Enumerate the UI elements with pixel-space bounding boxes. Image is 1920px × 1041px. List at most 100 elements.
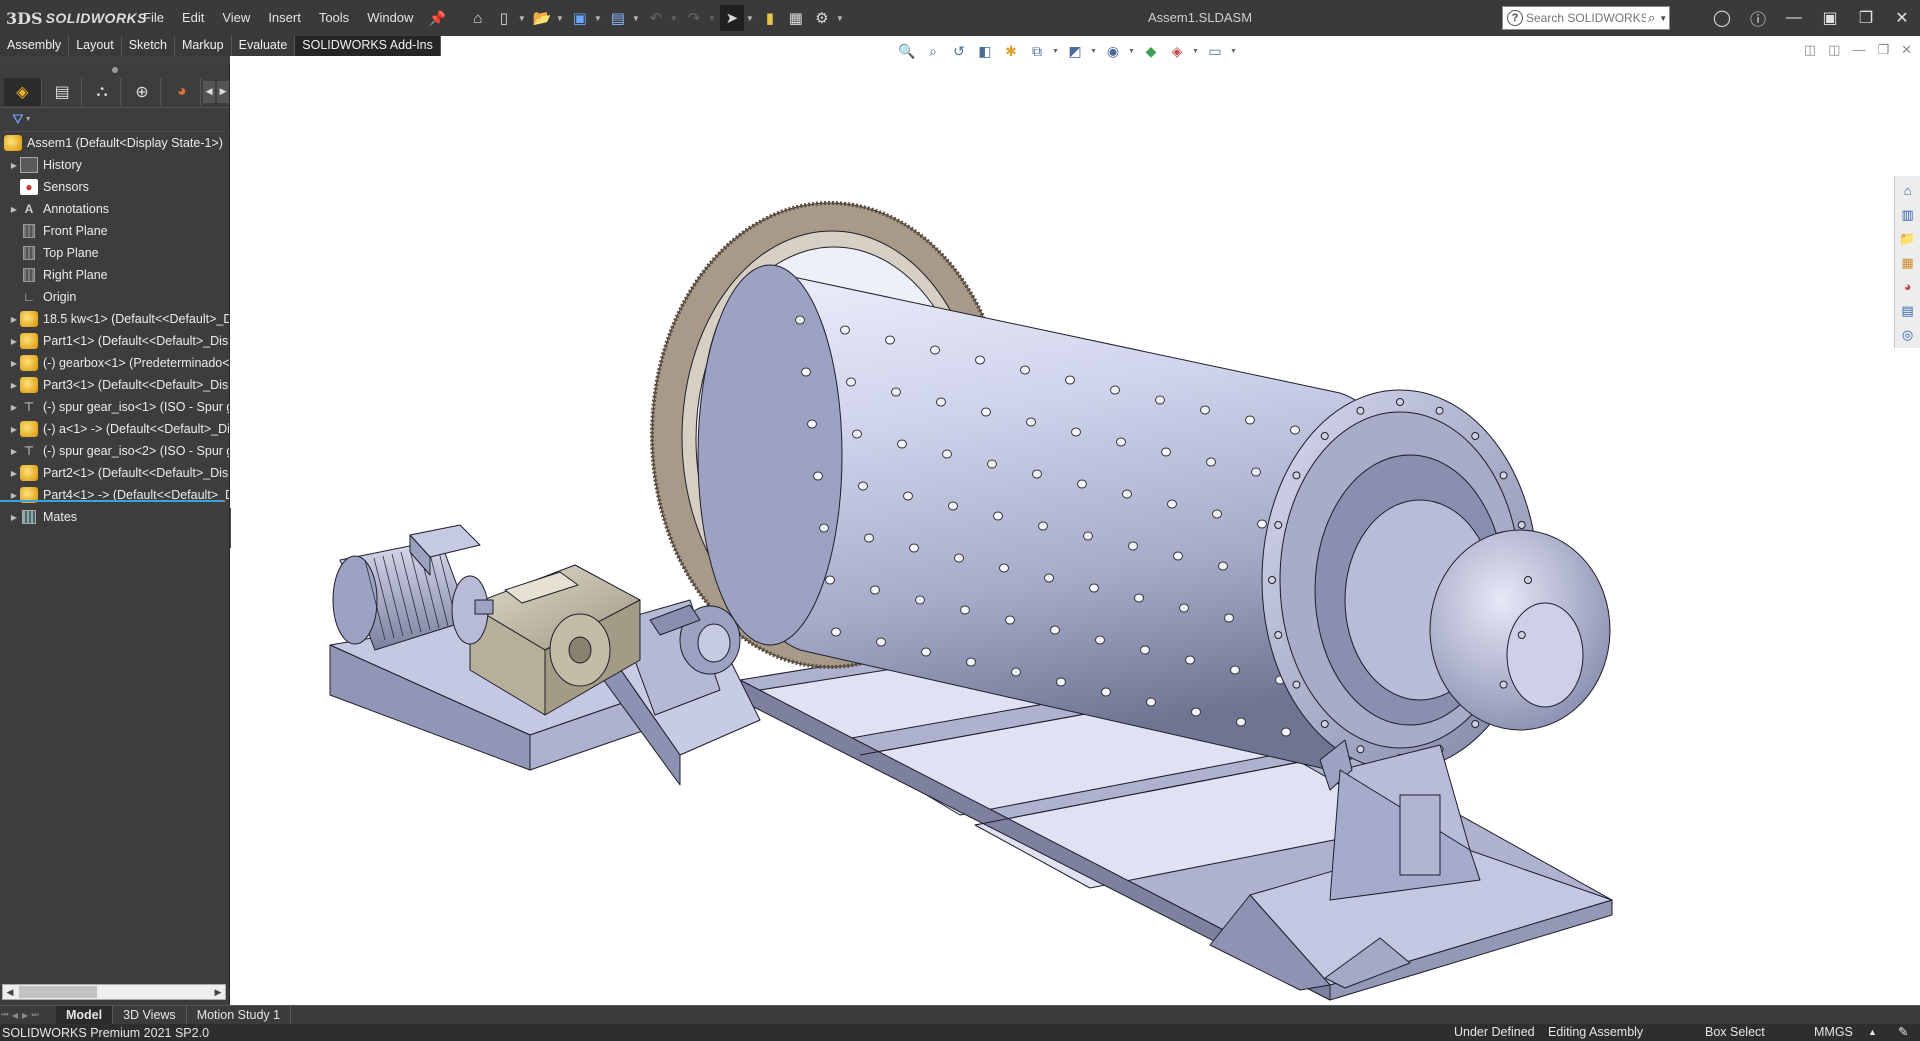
tab-assembly[interactable]: Assembly	[0, 36, 70, 56]
expand-arrow-icon[interactable]: ▶	[8, 425, 20, 434]
display-style-dropdown-icon[interactable]: ▼	[1090, 48, 1098, 55]
expand-arrow-icon[interactable]: ▶	[8, 381, 20, 390]
search-box[interactable]: ? ⌕ ▼	[1502, 6, 1670, 30]
new-dropdown-icon[interactable]: ▼	[518, 14, 528, 23]
help-circle-icon[interactable]: ⓘ	[1740, 0, 1776, 36]
tabs-scroll-right-icon[interactable]: ▶	[217, 80, 230, 103]
tab-model[interactable]: Model	[56, 1006, 114, 1024]
minimize-icon[interactable]: —	[1776, 0, 1812, 36]
select-cursor-icon[interactable]: ➤	[719, 5, 744, 31]
expand-arrow-icon[interactable]: ▶	[8, 491, 20, 500]
search-input[interactable]	[1526, 11, 1646, 25]
tree-item-top-plane[interactable]: Top Plane	[0, 242, 229, 264]
tab-motion-study-1[interactable]: Motion Study 1	[187, 1006, 292, 1024]
new-document-icon[interactable]: ▯	[492, 5, 516, 31]
search-dropdown-icon[interactable]: ▼	[1659, 14, 1667, 23]
edit-appearance-icon[interactable]: ◆	[1140, 40, 1162, 62]
view-settings-icon[interactable]: ▭	[1204, 40, 1226, 62]
property-manager-tab-icon[interactable]: ▤	[44, 77, 82, 106]
custom-properties-icon[interactable]: ▤	[1898, 301, 1918, 320]
expand-arrow-icon[interactable]: ▶	[8, 447, 20, 456]
zoom-to-area-icon[interactable]: ⌕	[922, 40, 944, 62]
tree-item-mates[interactable]: ▶ Mates	[0, 506, 229, 528]
scroll-thumb[interactable]	[19, 986, 97, 998]
open-icon[interactable]: 📂	[530, 5, 554, 31]
menu-window[interactable]: Window	[358, 0, 422, 36]
panel-grip[interactable]	[0, 64, 229, 76]
open-dropdown-icon[interactable]: ▼	[556, 14, 566, 23]
tab-sketch[interactable]: Sketch	[122, 36, 175, 56]
hide-show-dropdown-icon[interactable]: ▼	[1128, 48, 1136, 55]
view-orientation-icon[interactable]: ⧉	[1026, 40, 1048, 62]
view-settings-dropdown-icon[interactable]: ▼	[1230, 48, 1238, 55]
tree-item-component[interactable]: ▶ (-) a<1> -> (Default<<Default>_Display…	[0, 418, 229, 440]
print-icon[interactable]: ▤	[606, 5, 630, 31]
expand-arrow-icon[interactable]: ▶	[8, 315, 20, 324]
undo-dropdown-icon[interactable]: ▼	[670, 14, 680, 23]
first-tab-icon[interactable]: ⏮	[0, 1010, 10, 1020]
view-palette-icon[interactable]: ▦	[1898, 253, 1918, 272]
rollback-bar[interactable]	[0, 500, 222, 502]
tree-item-component[interactable]: ▶ Part3<1> (Default<<Default>_Display St…	[0, 374, 229, 396]
scroll-right-icon[interactable]: ▶	[211, 985, 225, 999]
dimxpert-manager-tab-icon[interactable]: ⊕	[123, 77, 162, 106]
print-dropdown-icon[interactable]: ▼	[632, 14, 642, 23]
unit-system[interactable]: MMGS	[1814, 1024, 1853, 1041]
electric-motor[interactable]	[332, 524, 494, 651]
select-dropdown-icon[interactable]: ▼	[746, 14, 756, 23]
doc-close-icon[interactable]: ✕	[1901, 42, 1912, 58]
tabs-scroll-left-icon[interactable]: ◀	[203, 80, 216, 103]
tree-item-origin[interactable]: ∟ Origin	[0, 286, 229, 308]
zoom-to-fit-icon[interactable]: 🔍	[896, 40, 918, 62]
tile-left-icon[interactable]: ◫	[1804, 42, 1816, 58]
graphics-area[interactable]: ⌂ ▥ 📁 ▦ ◕ ▤ ◎	[231, 64, 1920, 1008]
filter-dropdown-icon[interactable]: ▼	[25, 116, 32, 123]
previous-view-icon[interactable]: ↺	[948, 40, 970, 62]
discharge-end[interactable]	[1261, 389, 1611, 771]
feature-manager-tab-icon[interactable]: ◈	[4, 77, 42, 106]
tree-item-right-plane[interactable]: Right Plane	[0, 264, 229, 286]
tab-solidworks-add-ins[interactable]: SOLIDWORKS Add-Ins	[295, 36, 441, 56]
expand-arrow-icon[interactable]: ▶	[8, 469, 20, 478]
redo-dropdown-icon[interactable]: ▼	[708, 14, 718, 23]
tree-item-annotations[interactable]: ▶ A Annotations	[0, 198, 229, 220]
options-dropdown-icon[interactable]: ▼	[836, 14, 846, 23]
tree-filter[interactable]: ⛛ ▼	[4, 108, 225, 132]
customize-status-icon[interactable]: ✎	[1898, 1024, 1908, 1041]
ball-mill-assembly-model[interactable]	[231, 64, 1920, 1008]
tree-item-component[interactable]: ▶ ⊤ (-) spur gear_iso<2> (ISO - Spur gea…	[0, 440, 229, 462]
close-icon[interactable]: ✕	[1884, 0, 1920, 36]
prev-tab-icon[interactable]: ◀	[10, 1011, 20, 1020]
home-icon[interactable]: ⌂	[466, 5, 490, 31]
rebuild-icon[interactable]: ▮	[758, 5, 782, 31]
tree-root-assembly[interactable]: Assem1 (Default<Display State-1>)	[0, 132, 229, 154]
tile-windows-icon[interactable]: ▣	[1812, 0, 1848, 36]
view-orientation-dropdown-icon[interactable]: ▼	[1052, 48, 1060, 55]
tile-right-icon[interactable]: ◫	[1828, 42, 1840, 58]
expand-arrow-icon[interactable]: ▶	[8, 337, 20, 346]
tab-evaluate[interactable]: Evaluate	[232, 36, 296, 56]
apply-scene-icon[interactable]: ◈	[1166, 40, 1188, 62]
scroll-left-icon[interactable]: ◀	[3, 985, 17, 999]
configuration-manager-tab-icon[interactable]: ⛬	[84, 77, 122, 106]
display-style-icon[interactable]: ◩	[1064, 40, 1086, 62]
tree-item-component[interactable]: ▶ Part4<1> -> (Default<<Default>_Display…	[0, 484, 229, 506]
filter-funnel-icon[interactable]: ⛛	[12, 111, 24, 128]
tab-layout[interactable]: Layout	[69, 36, 122, 56]
pin-menu-icon[interactable]: 📌	[422, 10, 451, 27]
menu-file[interactable]: File	[134, 0, 173, 36]
selection-mode-status[interactable]: Box Select	[1705, 1024, 1765, 1041]
expand-arrow-icon[interactable]: ▶	[8, 359, 20, 368]
expand-arrow-icon[interactable]: ▶	[8, 161, 20, 170]
menu-insert[interactable]: Insert	[259, 0, 310, 36]
menu-edit[interactable]: Edit	[173, 0, 213, 36]
section-view-icon[interactable]: ◧	[974, 40, 996, 62]
expand-arrow-icon[interactable]: ▶	[8, 513, 20, 522]
tree-item-sensors[interactable]: ● Sensors	[0, 176, 229, 198]
hide-show-items-icon[interactable]: ◉	[1102, 40, 1124, 62]
display-manager-tab-icon[interactable]: ◕	[163, 77, 202, 106]
restore-icon[interactable]: ❐	[1848, 0, 1884, 36]
doc-restore-icon[interactable]: ❐	[1877, 42, 1889, 58]
options-gear-icon[interactable]: ⚙	[810, 5, 834, 31]
solidworks-resources-icon[interactable]: ⌂	[1898, 181, 1918, 200]
